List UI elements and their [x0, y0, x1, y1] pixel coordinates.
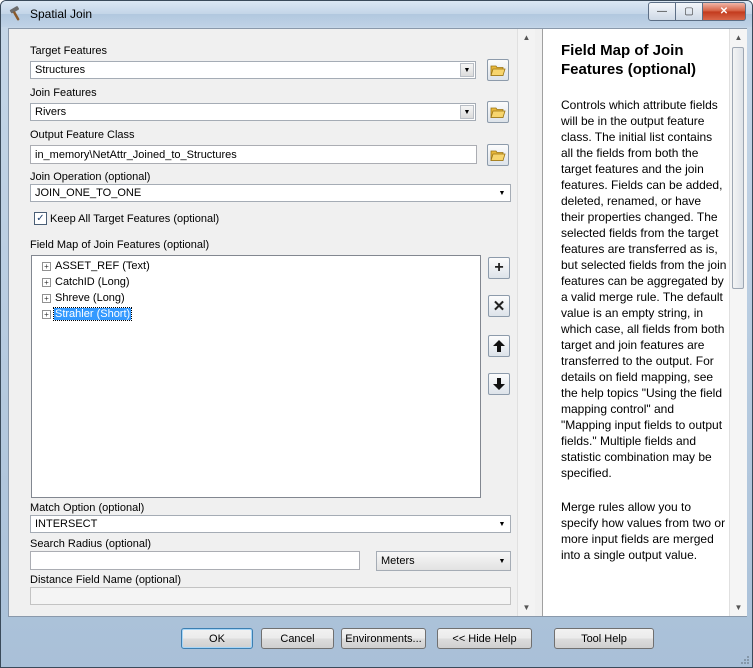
- move-up-button[interactable]: [488, 335, 510, 357]
- chevron-down-icon[interactable]: ▼: [495, 517, 509, 531]
- maximize-icon: ▢: [684, 6, 694, 17]
- field-name: Shreve (Long): [55, 292, 125, 304]
- delete-icon: ✕: [492, 298, 506, 315]
- distance-field-label: Distance Field Name (optional): [30, 574, 182, 586]
- list-item[interactable]: + Strahler (Short): [42, 306, 133, 322]
- minimize-icon: —: [657, 6, 667, 17]
- target-features-label: Target Features: [30, 45, 108, 57]
- target-features-value: Structures: [35, 64, 86, 76]
- target-features-combo[interactable]: Structures ▼: [30, 61, 476, 79]
- match-option-label: Match Option (optional): [30, 502, 145, 514]
- delete-field-button[interactable]: ✕: [488, 295, 510, 317]
- output-feature-class-value: in_memory\NetAttr_Joined_to_Structures: [35, 149, 237, 161]
- hide-help-button[interactable]: << Hide Help: [437, 628, 532, 649]
- plus-icon: +: [494, 259, 504, 276]
- browse-join-button[interactable]: [487, 101, 509, 123]
- join-operation-value: JOIN_ONE_TO_ONE: [35, 187, 142, 199]
- search-radius-input[interactable]: [30, 551, 360, 570]
- scroll-thumb[interactable]: [732, 47, 744, 289]
- expand-icon[interactable]: +: [42, 277, 51, 287]
- search-radius-label: Search Radius (optional): [30, 538, 152, 550]
- join-operation-combo[interactable]: JOIN_ONE_TO_ONE ▼: [30, 184, 511, 202]
- ok-button[interactable]: OK: [181, 628, 253, 649]
- open-folder-icon: [490, 65, 506, 76]
- hide-help-label: << Hide Help: [452, 632, 517, 645]
- dialog-client: Target Features Structures ▼ Join Featur…: [8, 28, 747, 617]
- tool-help-button[interactable]: Tool Help: [554, 628, 654, 649]
- add-field-button[interactable]: +: [488, 257, 510, 279]
- expand-icon[interactable]: +: [42, 293, 51, 303]
- parameters-pane: Target Features Structures ▼ Join Featur…: [9, 29, 535, 616]
- cancel-button[interactable]: Cancel: [261, 628, 334, 649]
- maximize-button[interactable]: ▢: [676, 2, 703, 21]
- tool-help-label: Tool Help: [581, 632, 627, 645]
- list-item[interactable]: + Shreve (Long): [42, 290, 126, 306]
- field-name: CatchID (Long): [55, 276, 130, 288]
- help-pane: Field Map of Join Features (optional) Co…: [542, 29, 747, 616]
- cancel-label: Cancel: [280, 632, 315, 645]
- scroll-up-icon[interactable]: ▲: [730, 29, 747, 46]
- join-features-label: Join Features: [30, 87, 97, 99]
- output-feature-class-label: Output Feature Class: [30, 129, 135, 141]
- join-features-value: Rivers: [35, 106, 67, 118]
- resize-grip-icon[interactable]: [740, 655, 750, 665]
- join-operation-label: Join Operation (optional): [30, 171, 151, 183]
- search-radius-unit: Meters: [381, 555, 415, 567]
- join-features-combo[interactable]: Rivers ▼: [30, 103, 476, 121]
- match-option-combo[interactable]: INTERSECT ▼: [30, 515, 511, 533]
- output-feature-class-input[interactable]: in_memory\NetAttr_Joined_to_Structures: [30, 145, 477, 164]
- chevron-down-icon[interactable]: ▼: [495, 554, 509, 568]
- help-paragraph: Controls which attribute fields will be …: [561, 98, 727, 480]
- browse-target-button[interactable]: [487, 59, 509, 81]
- chevron-down-icon[interactable]: ▼: [460, 63, 474, 77]
- title-bar[interactable]: Spatial Join — ▢ ✕: [1, 1, 752, 27]
- scroll-down-icon[interactable]: ▼: [518, 599, 535, 616]
- search-radius-unit-combo[interactable]: Meters ▼: [376, 551, 511, 571]
- list-item[interactable]: + ASSET_REF (Text): [42, 258, 151, 274]
- parameters-scrollbar[interactable]: ▲ ▼: [517, 29, 535, 616]
- keep-all-checkbox[interactable]: ✓: [34, 212, 47, 225]
- expand-icon[interactable]: +: [42, 261, 51, 271]
- close-button[interactable]: ✕: [703, 2, 746, 21]
- spatial-join-window: Spatial Join — ▢ ✕ Target Features Struc…: [0, 0, 753, 668]
- help-paragraph: Merge rules allow you to specify how val…: [561, 500, 726, 562]
- help-body: Controls which attribute fields will be …: [561, 97, 727, 581]
- list-item[interactable]: + CatchID (Long): [42, 274, 131, 290]
- arrow-down-icon: [493, 378, 505, 390]
- field-name-selected: Strahler (Short): [52, 307, 133, 321]
- open-folder-icon: [490, 107, 506, 118]
- minimize-button[interactable]: —: [648, 2, 676, 21]
- ok-label: OK: [209, 632, 225, 645]
- scroll-down-icon[interactable]: ▼: [730, 599, 747, 616]
- scroll-up-icon[interactable]: ▲: [518, 29, 535, 46]
- field-map-list[interactable]: + ASSET_REF (Text) + CatchID (Long) + Sh…: [31, 255, 481, 498]
- open-folder-icon: [490, 150, 506, 161]
- environments-button[interactable]: Environments...: [341, 628, 426, 649]
- distance-field-input[interactable]: [30, 587, 511, 605]
- help-title: Field Map of Join Features (optional): [561, 42, 697, 78]
- chevron-down-icon[interactable]: ▼: [460, 105, 474, 119]
- keep-all-label: Keep All Target Features (optional): [50, 213, 220, 225]
- close-icon: ✕: [719, 6, 729, 17]
- match-option-value: INTERSECT: [35, 518, 98, 530]
- chevron-down-icon[interactable]: ▼: [495, 186, 509, 200]
- environments-label: Environments...: [345, 632, 422, 645]
- window-title: Spatial Join: [30, 7, 93, 21]
- browse-output-button[interactable]: [487, 144, 509, 166]
- hammer-icon: [9, 6, 20, 21]
- arrow-up-icon: [493, 340, 505, 352]
- field-name: ASSET_REF (Text): [55, 260, 150, 272]
- field-map-label: Field Map of Join Features (optional): [30, 239, 210, 251]
- help-scrollbar[interactable]: ▲ ▼: [729, 29, 747, 616]
- move-down-button[interactable]: [488, 373, 510, 395]
- expand-icon[interactable]: +: [42, 309, 51, 319]
